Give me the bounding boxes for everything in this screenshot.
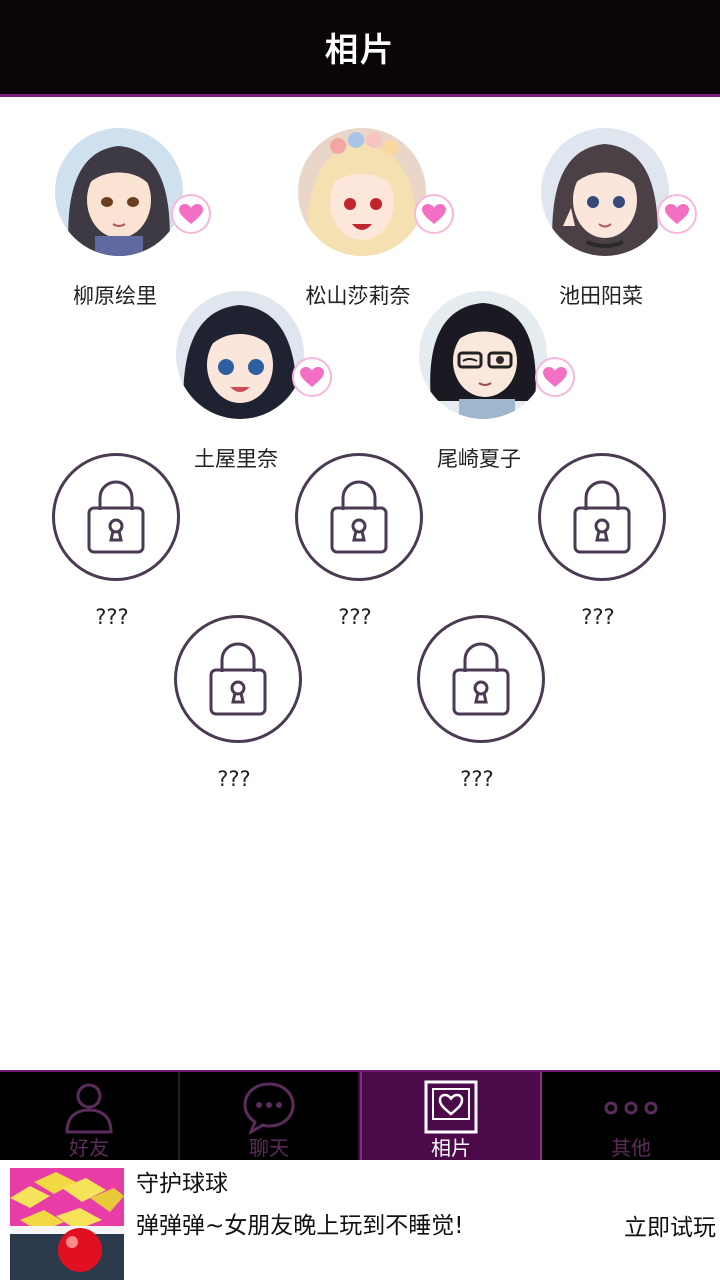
top-bar: 相片 <box>0 0 720 97</box>
heart-icon <box>179 204 203 224</box>
lock-icon <box>87 480 145 554</box>
locked-avatar <box>538 453 666 581</box>
photo-item-2[interactable]: 松山莎莉奈 <box>288 128 454 328</box>
heart-icon <box>422 204 446 224</box>
locked-photo-item-3[interactable]: ??? <box>528 453 668 653</box>
heart-icon <box>543 367 567 387</box>
lock-icon <box>452 642 510 716</box>
character-name: ??? <box>217 767 251 791</box>
ad-try-now-button[interactable]: 立即试玩 <box>624 1208 716 1242</box>
locked-photo-item-5[interactable]: ??? <box>407 615 547 815</box>
tab-more[interactable]: 其他 <box>542 1072 720 1162</box>
photo-item-3[interactable]: 池田阳菜 <box>531 128 697 328</box>
locked-photo-item-1[interactable]: ??? <box>42 453 182 653</box>
photo-item-1[interactable]: 柳原绘里 <box>45 128 211 328</box>
favorite-badge[interactable] <box>171 194 211 234</box>
locked-avatar <box>295 453 423 581</box>
favorite-badge[interactable] <box>535 357 575 397</box>
avatar <box>55 128 183 256</box>
photo-heart-icon <box>424 1080 478 1134</box>
tab-label: 其他 <box>611 1136 651 1160</box>
tab-label: 聊天 <box>249 1136 289 1160</box>
page-title: 相片 <box>325 30 395 69</box>
tab-photos[interactable]: 相片 <box>360 1072 542 1162</box>
heart-icon <box>665 204 689 224</box>
photos-screen: 相片 柳原绘里 松山莎莉奈 池田阳菜 土屋里奈 尾崎夏子 ??? ??? ???… <box>0 0 720 1280</box>
chat-bubble-icon <box>243 1082 295 1134</box>
avatar <box>298 128 426 256</box>
locked-avatar <box>174 615 302 743</box>
avatar <box>419 291 547 419</box>
heart-icon <box>300 367 324 387</box>
favorite-badge[interactable] <box>292 357 332 397</box>
ad-description: 弹弹弹~女朋友晚上玩到不睡觉! <box>136 1213 464 1239</box>
more-dots-icon <box>604 1101 658 1115</box>
locked-avatar <box>52 453 180 581</box>
locked-avatar <box>417 615 545 743</box>
person-icon <box>65 1083 113 1134</box>
tab-friends[interactable]: 好友 <box>0 1072 180 1162</box>
locked-photo-item-2[interactable]: ??? <box>285 453 425 653</box>
ad-image[interactable] <box>10 1168 124 1280</box>
avatar <box>541 128 669 256</box>
tab-chat[interactable]: 聊天 <box>180 1072 360 1162</box>
ad-title: 守护球球 <box>136 1171 228 1197</box>
tab-label: 好友 <box>69 1136 109 1160</box>
bottom-tab-bar: 好友 聊天 相片 其他 <box>0 1070 720 1162</box>
favorite-badge[interactable] <box>414 194 454 234</box>
lock-icon <box>209 642 267 716</box>
favorite-badge[interactable] <box>657 194 697 234</box>
locked-photo-item-4[interactable]: ??? <box>164 615 304 815</box>
lock-icon <box>330 480 388 554</box>
tab-label: 相片 <box>431 1136 471 1160</box>
character-name: ??? <box>460 767 494 791</box>
avatar <box>176 291 304 419</box>
ad-banner[interactable]: 守护球球 弹弹弹~女朋友晚上玩到不睡觉! 立即试玩 <box>0 1160 720 1280</box>
lock-icon <box>573 480 631 554</box>
